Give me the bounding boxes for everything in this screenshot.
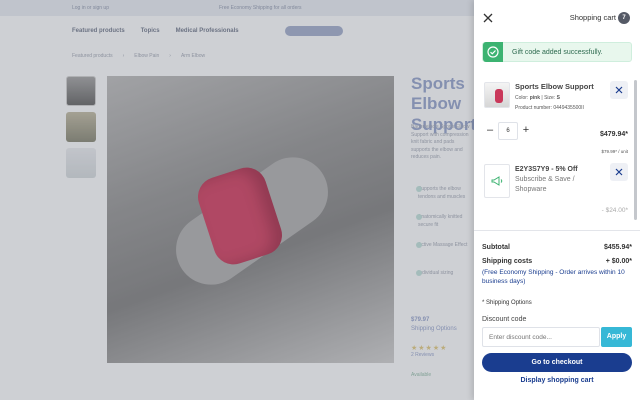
- cart-header: Shopping cart 7: [474, 0, 640, 36]
- color-value: pink: [529, 95, 541, 101]
- product-number-value: 0449435500II: [553, 105, 584, 111]
- quantity-stepper: – 6 +: [482, 122, 544, 140]
- discount-code-input[interactable]: [482, 327, 600, 347]
- alert-message: Gift code added successfully.: [512, 48, 603, 56]
- shipping-note: (Free Economy Shipping - Order arrives w…: [482, 269, 625, 286]
- promotion-subtitle: Subscribe & Save / Shopware: [515, 175, 575, 193]
- modal-backdrop[interactable]: [0, 0, 474, 400]
- shipping-options-link[interactable]: * Shipping Options: [482, 300, 532, 306]
- cart-offcanvas: Shopping cart 7 Gift code added successf…: [474, 0, 640, 400]
- subtotal-label: Subtotal: [482, 244, 510, 251]
- quantity-input[interactable]: 6: [498, 122, 518, 140]
- decrease-quantity-button[interactable]: –: [482, 123, 498, 139]
- color-label: Color:: [515, 95, 529, 101]
- line-item-number: Product number: 0449435500II: [515, 105, 584, 111]
- promotion-name: E2Y3S7Y9 - 5% Off Subscribe & Save / Sho…: [515, 165, 605, 194]
- subtotal-value: $455.94*: [603, 244, 632, 251]
- apply-discount-button[interactable]: Apply: [601, 327, 632, 347]
- line-item-unit-price: $79.99* / unit: [601, 149, 628, 154]
- remove-item-button[interactable]: [610, 81, 628, 99]
- size-label: Size:: [544, 95, 556, 101]
- cart-count-badge: 7: [618, 12, 630, 24]
- line-item-name[interactable]: Sports Elbow Support: [515, 82, 594, 91]
- cart-title: Shopping cart: [569, 13, 616, 22]
- shipping-value: + $0.00*: [605, 258, 632, 265]
- promotion-amount: - $24.00*: [601, 207, 628, 214]
- checkout-button[interactable]: Go to checkout: [482, 353, 632, 372]
- line-item-total: $479.94*: [599, 131, 628, 138]
- promotion-code: E2Y3S7Y9 - 5% Off: [515, 166, 578, 173]
- megaphone-icon: [484, 164, 510, 198]
- close-icon[interactable]: [482, 11, 494, 23]
- discount-label: Discount code: [482, 316, 527, 323]
- increase-quantity-button[interactable]: +: [518, 123, 534, 139]
- summary-divider: [474, 230, 640, 231]
- product-number-label: Product number:: [515, 105, 552, 111]
- display-cart-link[interactable]: Display shopping cart: [482, 377, 632, 384]
- shipping-row: Shipping costs + $0.00*: [482, 258, 632, 265]
- close-icon: [615, 168, 623, 176]
- remove-promotion-button[interactable]: [610, 163, 628, 181]
- shipping-label: Shipping costs: [482, 258, 533, 265]
- check-circle-icon: [483, 42, 503, 62]
- success-alert: Gift code added successfully.: [482, 42, 632, 62]
- product-thumbnail[interactable]: [484, 82, 510, 108]
- cart-scrollbar[interactable]: [634, 80, 637, 220]
- subtotal-row: Subtotal $455.94*: [482, 244, 632, 251]
- size-value: S: [556, 95, 560, 101]
- close-icon: [615, 86, 623, 94]
- line-item-variant: Color: pink | Size: S: [515, 95, 560, 101]
